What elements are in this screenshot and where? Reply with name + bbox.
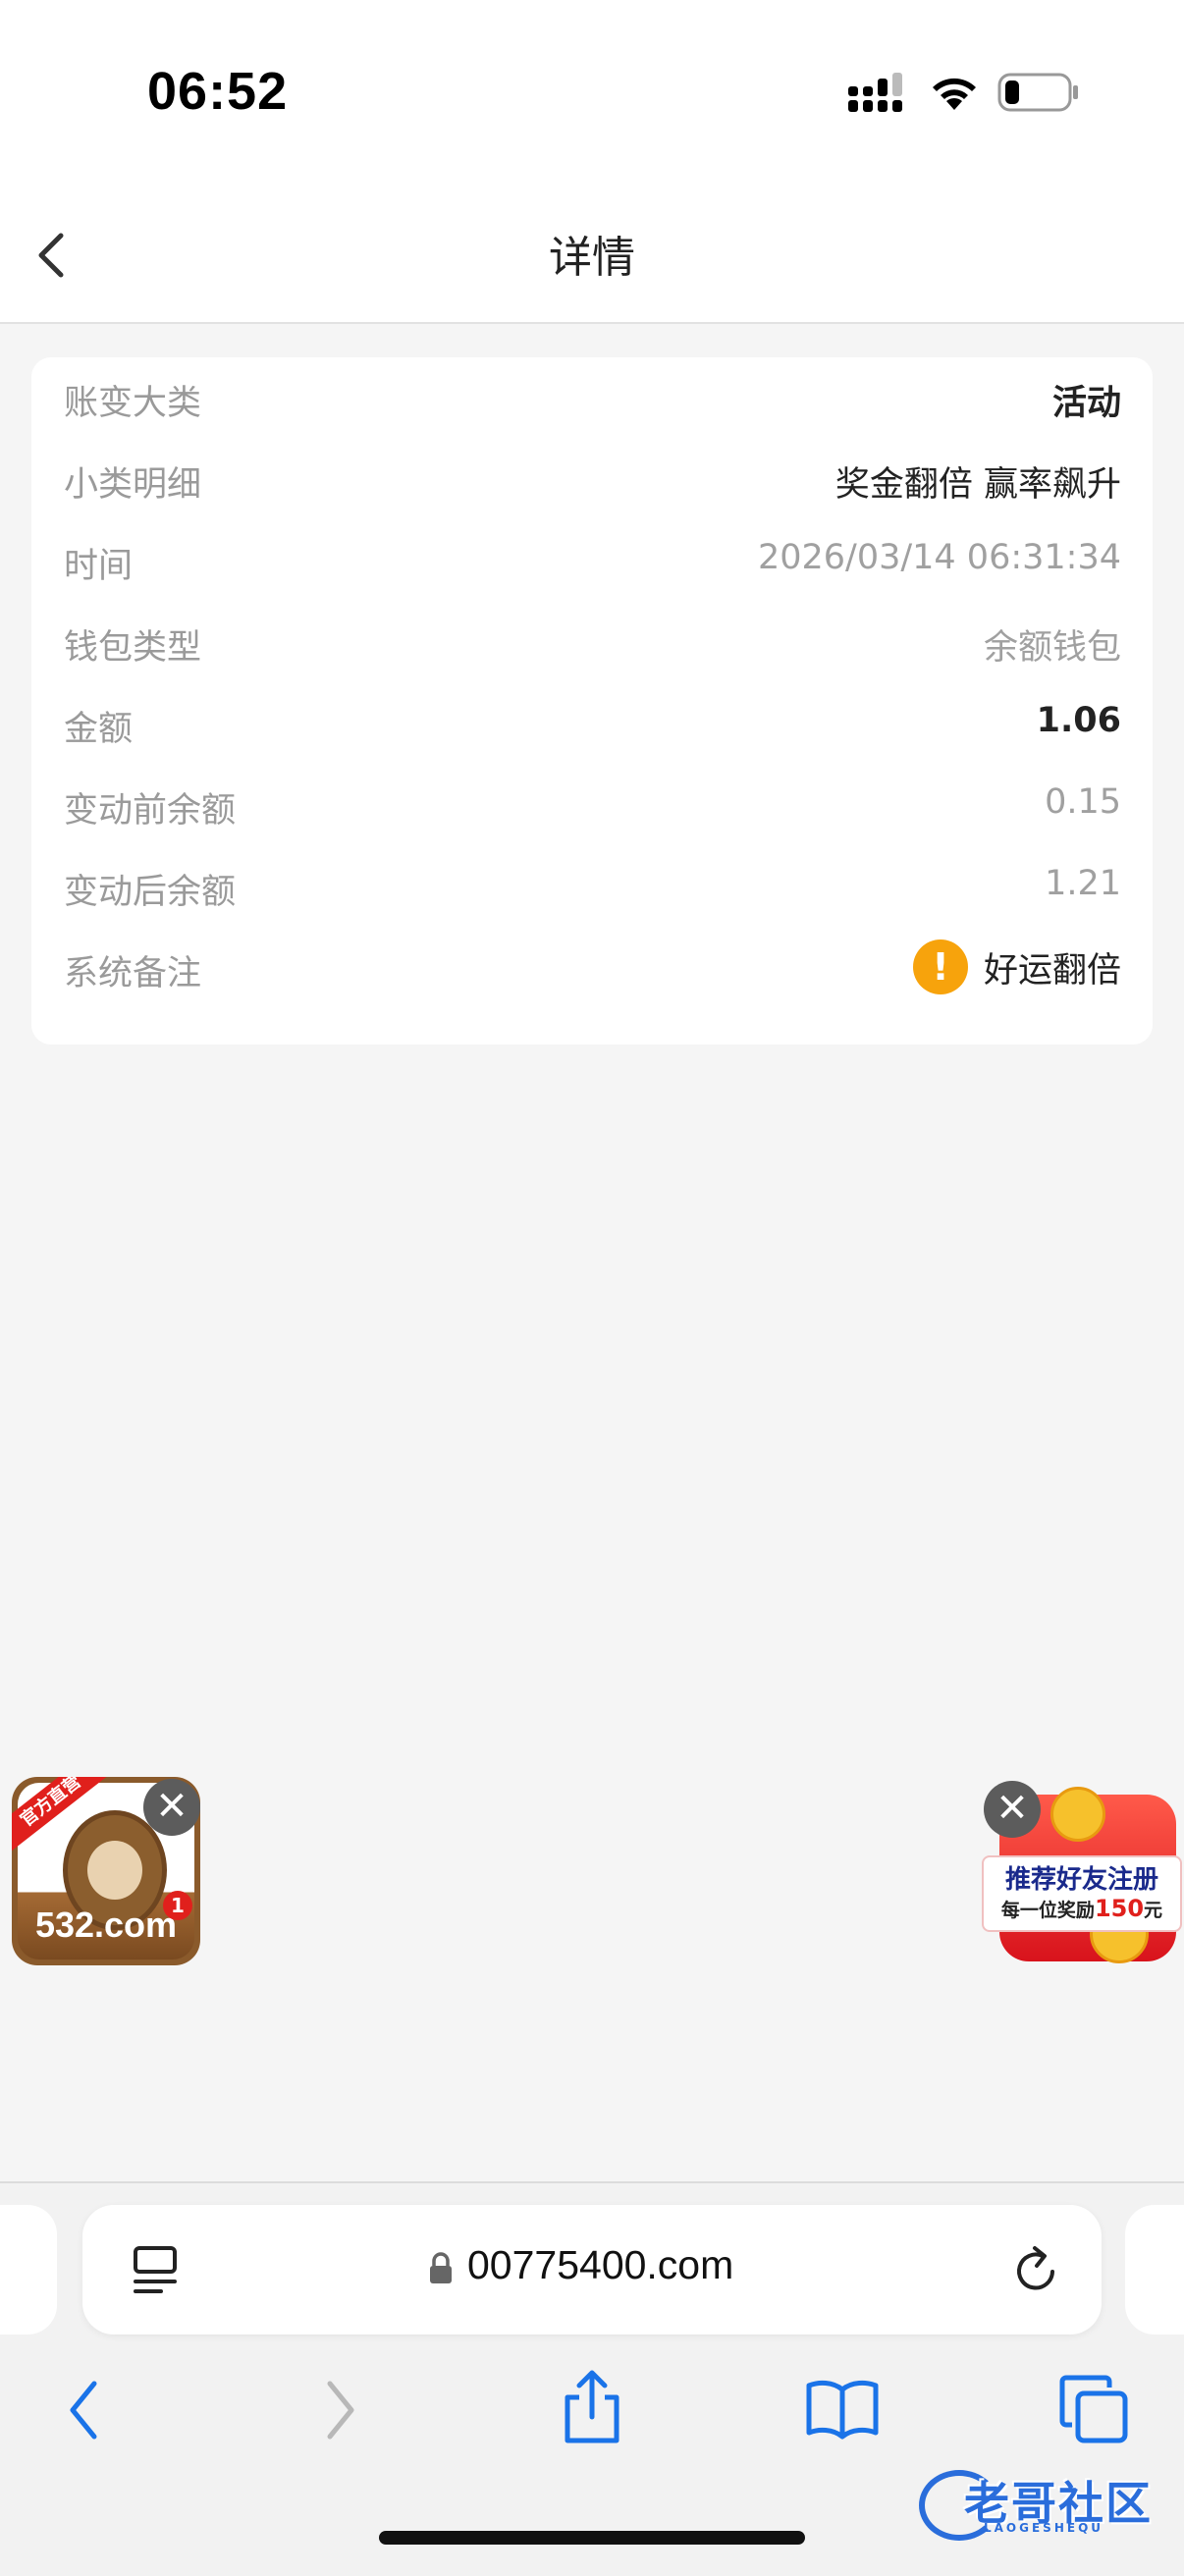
- navigation-bar: 详情: [0, 187, 1184, 324]
- detail-row-category: 账变大类 活动: [31, 357, 1153, 439]
- detail-row-system-note: 系统备注 ! 好运翻倍: [31, 928, 1153, 1009]
- previous-tab-preview[interactable]: [0, 2205, 57, 2334]
- coin-icon: [1050, 1787, 1105, 1842]
- address-bar[interactable]: 00775400.com: [82, 2205, 1102, 2334]
- page-menu-icon[interactable]: [132, 2244, 181, 2297]
- warning-icon: !: [912, 939, 968, 994]
- detail-label: 时间: [64, 547, 134, 586]
- lock-icon: [430, 2252, 452, 2283]
- detail-label: 变动前余额: [64, 791, 237, 831]
- detail-value-with-icon: ! 好运翻倍: [912, 939, 1121, 994]
- detail-value: 余额钱包: [983, 628, 1121, 668]
- detail-label: 钱包类型: [64, 628, 202, 668]
- detail-value: 2026/03/14 06:31:34: [757, 538, 1121, 577]
- referral-prefix: 每一位奖励: [1000, 1900, 1095, 1921]
- detail-label: 变动后余额: [64, 873, 237, 912]
- detail-value: 1.21: [1045, 864, 1121, 903]
- close-left-ad-button[interactable]: ✕: [143, 1779, 200, 1836]
- app-logo-inner: [87, 1841, 142, 1900]
- tabs-icon[interactable]: [1058, 2374, 1129, 2444]
- close-right-ad-button[interactable]: ✕: [984, 1781, 1041, 1838]
- detail-row-balance-after: 变动后余额 1.21: [31, 846, 1153, 928]
- status-time: 06:52: [147, 62, 289, 121]
- detail-row-wallet-type: 钱包类型 余额钱包: [31, 602, 1153, 683]
- watermark-subtext: LAOGESHEQU: [984, 2521, 1104, 2535]
- browser-forward-icon[interactable]: [320, 2376, 359, 2444]
- detail-row-time: 时间 2026/03/14 06:31:34: [31, 520, 1153, 602]
- cellular-signal-icon: [848, 73, 902, 112]
- browser-back-icon[interactable]: [65, 2376, 104, 2444]
- detail-value: 活动: [1051, 384, 1121, 423]
- detail-card: 账变大类 活动 小类明细 奖金翻倍 赢率飙升 时间 2026/03/14 06:…: [31, 357, 1153, 1045]
- referral-amount: 150: [1094, 1895, 1145, 1922]
- detail-value: 好运翻倍: [983, 950, 1121, 991]
- battery-icon: [997, 73, 1078, 112]
- detail-row-subcategory: 小类明细 奖金翻倍 赢率飙升: [31, 439, 1153, 520]
- bookmarks-icon[interactable]: [805, 2378, 880, 2441]
- home-indicator[interactable]: [379, 2531, 805, 2545]
- referral-suffix: 元: [1144, 1900, 1163, 1921]
- detail-label: 系统备注: [64, 954, 202, 993]
- wifi-icon: [933, 78, 976, 110]
- reload-icon[interactable]: [1009, 2242, 1064, 2297]
- url-text: 00775400.com: [467, 2242, 734, 2287]
- detail-row-balance-before: 变动前余额 0.15: [31, 765, 1153, 846]
- detail-label: 账变大类: [64, 384, 202, 423]
- referral-banner: 推荐好友注册 每一位奖励150元: [982, 1855, 1182, 1932]
- detail-value: 0.15: [1045, 782, 1121, 822]
- next-tab-preview[interactable]: [1125, 2205, 1184, 2334]
- referral-title: 推荐好友注册: [1004, 1865, 1158, 1895]
- page-title: 详情: [549, 233, 635, 283]
- detail-label: 小类明细: [64, 465, 202, 505]
- detail-value: 1.06: [1036, 701, 1121, 740]
- detail-row-amount: 金额 1.06: [31, 683, 1153, 765]
- detail-value: 奖金翻倍 赢率飙升: [834, 465, 1121, 505]
- referral-subtitle: 每一位奖励150元: [984, 1895, 1180, 1922]
- status-bar: 06:52: [0, 0, 1184, 187]
- share-icon[interactable]: [560, 2368, 624, 2446]
- watermark-logo: 老哥社区 LAOGESHEQU: [919, 2464, 1174, 2543]
- detail-label: 金额: [64, 710, 134, 749]
- notification-badge: 1: [163, 1891, 192, 1920]
